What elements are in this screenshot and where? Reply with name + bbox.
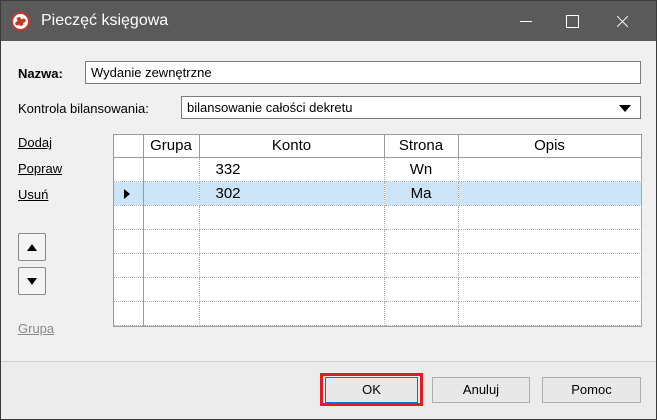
cell-grupa[interactable] (143, 253, 200, 278)
column-header-grupa[interactable]: Grupa (143, 135, 200, 158)
title-bar[interactable]: Pieczęć księgowa (1, 1, 656, 41)
move-down-button[interactable] (18, 267, 46, 295)
row-indicator[interactable] (114, 181, 144, 206)
cell-opis[interactable] (458, 253, 642, 278)
balance-control-value: bilansowanie całości dekretu (187, 100, 353, 115)
cell-grupa[interactable] (143, 301, 200, 326)
cell-grupa[interactable] (143, 157, 200, 182)
name-field[interactable]: Wydanie zewnętrzne (85, 61, 641, 84)
cell-strona[interactable] (384, 277, 459, 302)
cell-konto[interactable] (199, 253, 385, 278)
cell-opis[interactable] (458, 157, 642, 182)
balance-control-label: Kontrola bilansowania: (18, 101, 149, 116)
column-header-konto[interactable]: Konto (199, 135, 385, 158)
chevron-down-icon[interactable] (619, 105, 631, 112)
row-indicator[interactable] (114, 301, 144, 326)
add-link[interactable]: Dodaj (18, 135, 52, 150)
cell-grupa[interactable] (143, 181, 200, 206)
row-indicator[interactable] (114, 253, 144, 278)
minimize-button[interactable] (503, 1, 549, 41)
arrow-up-icon (27, 244, 37, 251)
table-row[interactable] (114, 253, 642, 278)
cell-konto[interactable] (199, 205, 385, 230)
cell-strona[interactable] (384, 301, 459, 326)
balance-control-select[interactable]: bilansowanie całości dekretu (181, 96, 641, 119)
cell-opis[interactable] (458, 205, 642, 230)
cell-konto[interactable] (199, 301, 385, 326)
delete-link[interactable]: Usuń (18, 187, 48, 202)
table-row[interactable] (114, 229, 642, 254)
current-row-arrow-icon (124, 188, 130, 199)
cell-konto[interactable] (199, 229, 385, 254)
row-indicator[interactable] (114, 277, 144, 302)
cell-opis[interactable] (458, 277, 642, 302)
cell-konto[interactable] (199, 277, 385, 302)
cell-strona[interactable] (384, 253, 459, 278)
cell-opis[interactable] (458, 229, 642, 254)
cell-strona[interactable]: Wn (384, 157, 459, 182)
ok-button-highlight (320, 373, 423, 406)
cell-grupa[interactable] (143, 205, 200, 230)
table-row[interactable] (114, 205, 642, 230)
table-row[interactable] (114, 301, 642, 326)
cell-grupa[interactable] (143, 277, 200, 302)
group-link[interactable]: Grupa (18, 321, 54, 336)
row-indicator-header (114, 135, 144, 158)
cell-konto[interactable]: 332 (199, 157, 385, 182)
maximize-button[interactable] (549, 1, 595, 41)
dialog-window: Pieczęć księgowa Nazwa: Wydanie zewnętrz… (0, 0, 657, 420)
cell-strona[interactable] (384, 229, 459, 254)
cell-konto[interactable]: 302 (199, 181, 385, 206)
table-row[interactable]: 332 Wn (114, 157, 642, 182)
window-title: Pieczęć księgowa (41, 12, 169, 29)
row-indicator[interactable] (114, 229, 144, 254)
table-row[interactable] (114, 277, 642, 302)
column-header-opis[interactable]: Opis (458, 135, 642, 158)
cancel-button[interactable]: Anuluj (432, 377, 530, 403)
column-header-strona[interactable]: Strona (384, 135, 459, 158)
cell-grupa[interactable] (143, 229, 200, 254)
table-row-selected[interactable]: 302 Ma (114, 181, 642, 206)
row-indicator[interactable] (114, 205, 144, 230)
cell-strona[interactable] (384, 205, 459, 230)
close-button[interactable] (599, 1, 645, 41)
edit-link[interactable]: Popraw (18, 161, 62, 176)
cell-opis[interactable] (458, 181, 642, 206)
name-label: Nazwa: (18, 66, 63, 81)
grid-header-row: Grupa Konto Strona Opis (114, 135, 642, 158)
arrow-down-icon (27, 278, 37, 285)
cell-strona[interactable]: Ma (384, 181, 459, 206)
cell-opis[interactable] (458, 301, 642, 326)
help-button[interactable]: Pomoc (542, 377, 641, 403)
row-indicator[interactable] (114, 157, 144, 182)
accounts-grid[interactable]: Grupa Konto Strona Opis 332 Wn 302 Ma (113, 134, 642, 327)
app-logo-icon (11, 12, 30, 31)
move-up-button[interactable] (18, 233, 46, 261)
